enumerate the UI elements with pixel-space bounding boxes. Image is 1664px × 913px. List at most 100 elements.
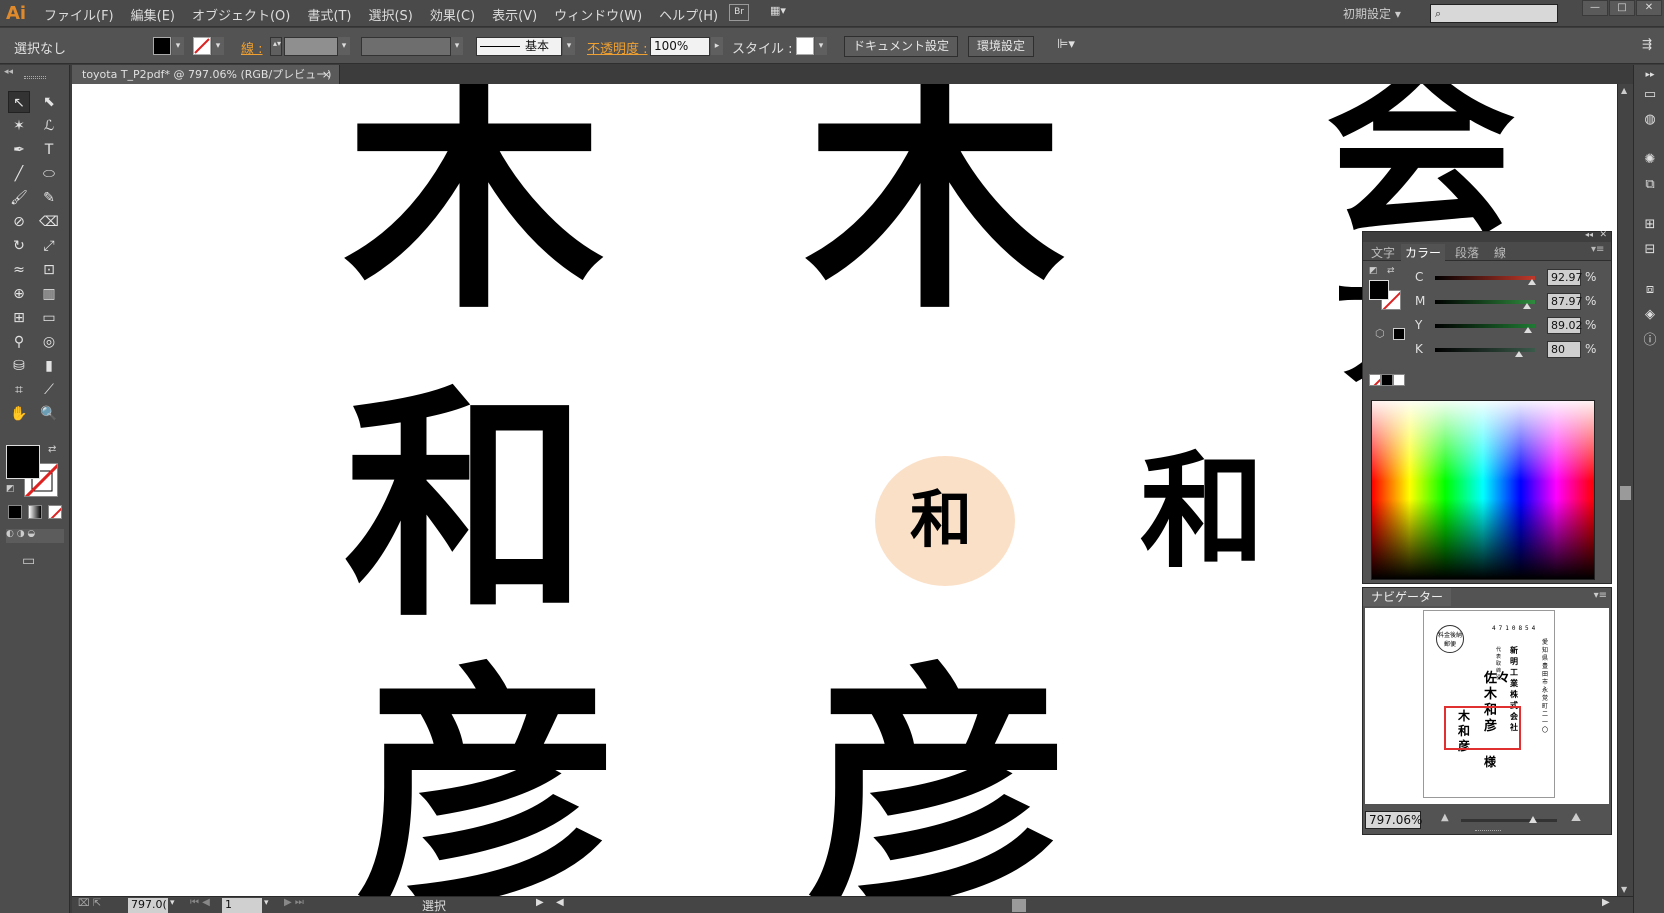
paintbrush-tool-icon[interactable]: 🖌: [8, 187, 30, 209]
navigator-zoom-field[interactable]: 797.06%: [1365, 811, 1422, 829]
pen-tool-icon[interactable]: ✒: [8, 139, 30, 161]
vertical-scroll-thumb[interactable]: [1620, 486, 1631, 500]
panel-menu-icon[interactable]: ⇶: [1642, 37, 1652, 51]
expand-panels-icon[interactable]: ▸▸: [1642, 67, 1658, 83]
stroke-weight-dropdown[interactable]: ▾: [338, 37, 350, 55]
eyedropper-tool-icon[interactable]: ⚲: [8, 331, 30, 353]
slice-tool-icon[interactable]: ⟋: [38, 379, 60, 401]
selection-tool-icon[interactable]: ↖: [8, 91, 30, 113]
variable-width-profile[interactable]: [361, 37, 451, 56]
swap-fill-stroke-icon[interactable]: ⇄: [1387, 266, 1395, 276]
navigator-grip[interactable]: [1475, 830, 1501, 833]
scale-tool-icon[interactable]: ⤢: [38, 235, 60, 257]
fill-dropdown[interactable]: ▾: [172, 37, 184, 55]
menu-window[interactable]: ウィンドウ(W): [554, 5, 642, 24]
black-slider[interactable]: K 80 %: [1415, 340, 1605, 360]
transform-panel-icon[interactable]: ⊟: [1642, 242, 1658, 258]
yellow-knob[interactable]: [1524, 327, 1532, 333]
cyan-value[interactable]: 92.97: [1547, 269, 1583, 286]
panel-fill-box[interactable]: [1369, 280, 1389, 300]
lasso-tool-icon[interactable]: ℒ: [38, 115, 60, 137]
artboard-nav-icon[interactable]: ⌧ ⇱: [78, 898, 101, 909]
warp-tool-icon[interactable]: ≈: [8, 259, 30, 281]
close-window-button[interactable]: ✕: [1636, 0, 1662, 16]
rotate-tool-icon[interactable]: ↻: [8, 235, 30, 257]
toolbox-grip[interactable]: [24, 76, 46, 79]
glyph-hiko-2[interactable]: 彦: [807, 664, 1067, 897]
yellow-slider[interactable]: Y 89.02 %: [1415, 316, 1605, 336]
opacity-label[interactable]: 不透明度 :: [587, 38, 648, 57]
pencil-tool-icon[interactable]: ✎: [38, 187, 60, 209]
menu-select[interactable]: 選択(S): [368, 5, 412, 24]
cyan-slider[interactable]: C 92.97 %: [1415, 268, 1605, 288]
none-mode-button[interactable]: [48, 505, 62, 519]
tab-character[interactable]: 文字: [1371, 244, 1395, 261]
menu-file[interactable]: ファイル(F): [44, 5, 114, 24]
graphic-styles-panel-icon[interactable]: ⧉: [1642, 177, 1658, 193]
scroll-up-icon[interactable]: ▲: [1621, 86, 1627, 95]
glyph-ki-1[interactable]: 木: [344, 84, 604, 322]
column-graph-tool-icon[interactable]: ▮: [38, 355, 60, 377]
scroll-down-icon[interactable]: ▼: [1621, 885, 1627, 894]
stroke-weight-field[interactable]: [284, 37, 338, 56]
drawing-modes[interactable]: ◐ ◑ ◒: [6, 529, 64, 543]
brush-definition-field[interactable]: 基本: [476, 37, 562, 56]
yellow-track[interactable]: [1435, 324, 1535, 328]
zoom-dropdown[interactable]: ▾: [170, 898, 175, 908]
swap-colors-icon[interactable]: ⇄: [48, 444, 56, 455]
scroll-left-icon[interactable]: ◀: [556, 897, 564, 908]
artboard-number-field[interactable]: 1: [222, 898, 262, 913]
panel-options-icon[interactable]: ▾≡: [1591, 244, 1604, 255]
menu-view[interactable]: 表示(V): [492, 5, 537, 24]
yellow-value[interactable]: 89.02: [1547, 317, 1583, 334]
tab-paragraph[interactable]: 段落: [1455, 244, 1479, 261]
layers-panel-icon[interactable]: ◈: [1642, 307, 1658, 323]
artboards-panel-icon[interactable]: ⧈: [1642, 282, 1658, 298]
next-page-icon[interactable]: ▶ ⏭: [284, 897, 304, 908]
appearance-panel-icon[interactable]: ✺: [1642, 152, 1658, 168]
color-mode-button[interactable]: [8, 505, 22, 519]
horizontal-scroll-thumb[interactable]: [1012, 899, 1026, 912]
line-tool-icon[interactable]: ╱: [8, 163, 30, 185]
cyan-knob[interactable]: [1528, 279, 1536, 285]
panel-header[interactable]: ◂◂ ✕: [1363, 230, 1611, 242]
default-fill-stroke-icon[interactable]: ◩: [1369, 266, 1378, 276]
navigator-zoom-slider[interactable]: [1461, 819, 1557, 822]
collapse-panel-icon[interactable]: ◂◂: [1585, 230, 1593, 239]
arrange-documents-button[interactable]: ▦▾: [770, 4, 798, 21]
blob-brush-tool-icon[interactable]: ⊘: [8, 211, 30, 233]
navigator-options-icon[interactable]: ▾≡: [1594, 590, 1607, 601]
navigator-preview[interactable]: 料金後納 郵便 4710854 愛知県豊田市永覚町二一〇 新明工業株式会社 代表…: [1365, 608, 1609, 804]
status-menu-icon[interactable]: ▶: [536, 897, 544, 908]
glyph-kai[interactable]: 会: [1326, 84, 1516, 244]
stroke-swatch[interactable]: [193, 37, 211, 55]
white-swatch[interactable]: [1393, 374, 1405, 386]
web-safe-swatch[interactable]: [1393, 328, 1405, 340]
opacity-dropdown[interactable]: ▸: [711, 37, 723, 55]
glyph-ki-2[interactable]: 木: [805, 84, 1065, 322]
menu-effect[interactable]: 効果(C): [430, 5, 475, 24]
glyph-wa-3[interactable]: 和: [1140, 450, 1265, 575]
symbol-sprayer-tool-icon[interactable]: ⛁: [8, 355, 30, 377]
black-knob[interactable]: [1515, 351, 1523, 357]
navigator-zoom-knob[interactable]: [1529, 816, 1537, 823]
document-tab[interactable]: toyota T_P2pdf* @ 797.06% (RGB/プレビュー) ×: [72, 65, 340, 84]
color-spectrum[interactable]: [1371, 400, 1595, 580]
ellipse-tool-icon[interactable]: ⬭: [38, 163, 60, 185]
opacity-field[interactable]: 100%: [650, 37, 710, 56]
none-swatch[interactable]: [1369, 374, 1381, 386]
close-tab-icon[interactable]: ×: [322, 65, 331, 84]
stroke-dropdown[interactable]: ▾: [212, 37, 224, 55]
default-colors-icon[interactable]: ◩: [6, 484, 15, 494]
zoom-field[interactable]: 797.0(: [128, 898, 168, 913]
black-value[interactable]: 80: [1547, 341, 1581, 358]
free-transform-tool-icon[interactable]: ⊡: [38, 259, 60, 281]
magic-wand-tool-icon[interactable]: ✶: [8, 115, 30, 137]
gradient-tool-icon[interactable]: ▭: [38, 307, 60, 329]
bridge-button[interactable]: Br: [729, 4, 749, 21]
gradient-panel-icon[interactable]: ▭: [1642, 87, 1658, 103]
zoom-tool-icon[interactable]: 🔍: [38, 403, 60, 425]
shape-builder-tool-icon[interactable]: ⊕: [8, 283, 30, 305]
perspective-grid-tool-icon[interactable]: ▥: [38, 283, 60, 305]
magenta-value[interactable]: 87.97: [1547, 293, 1583, 310]
